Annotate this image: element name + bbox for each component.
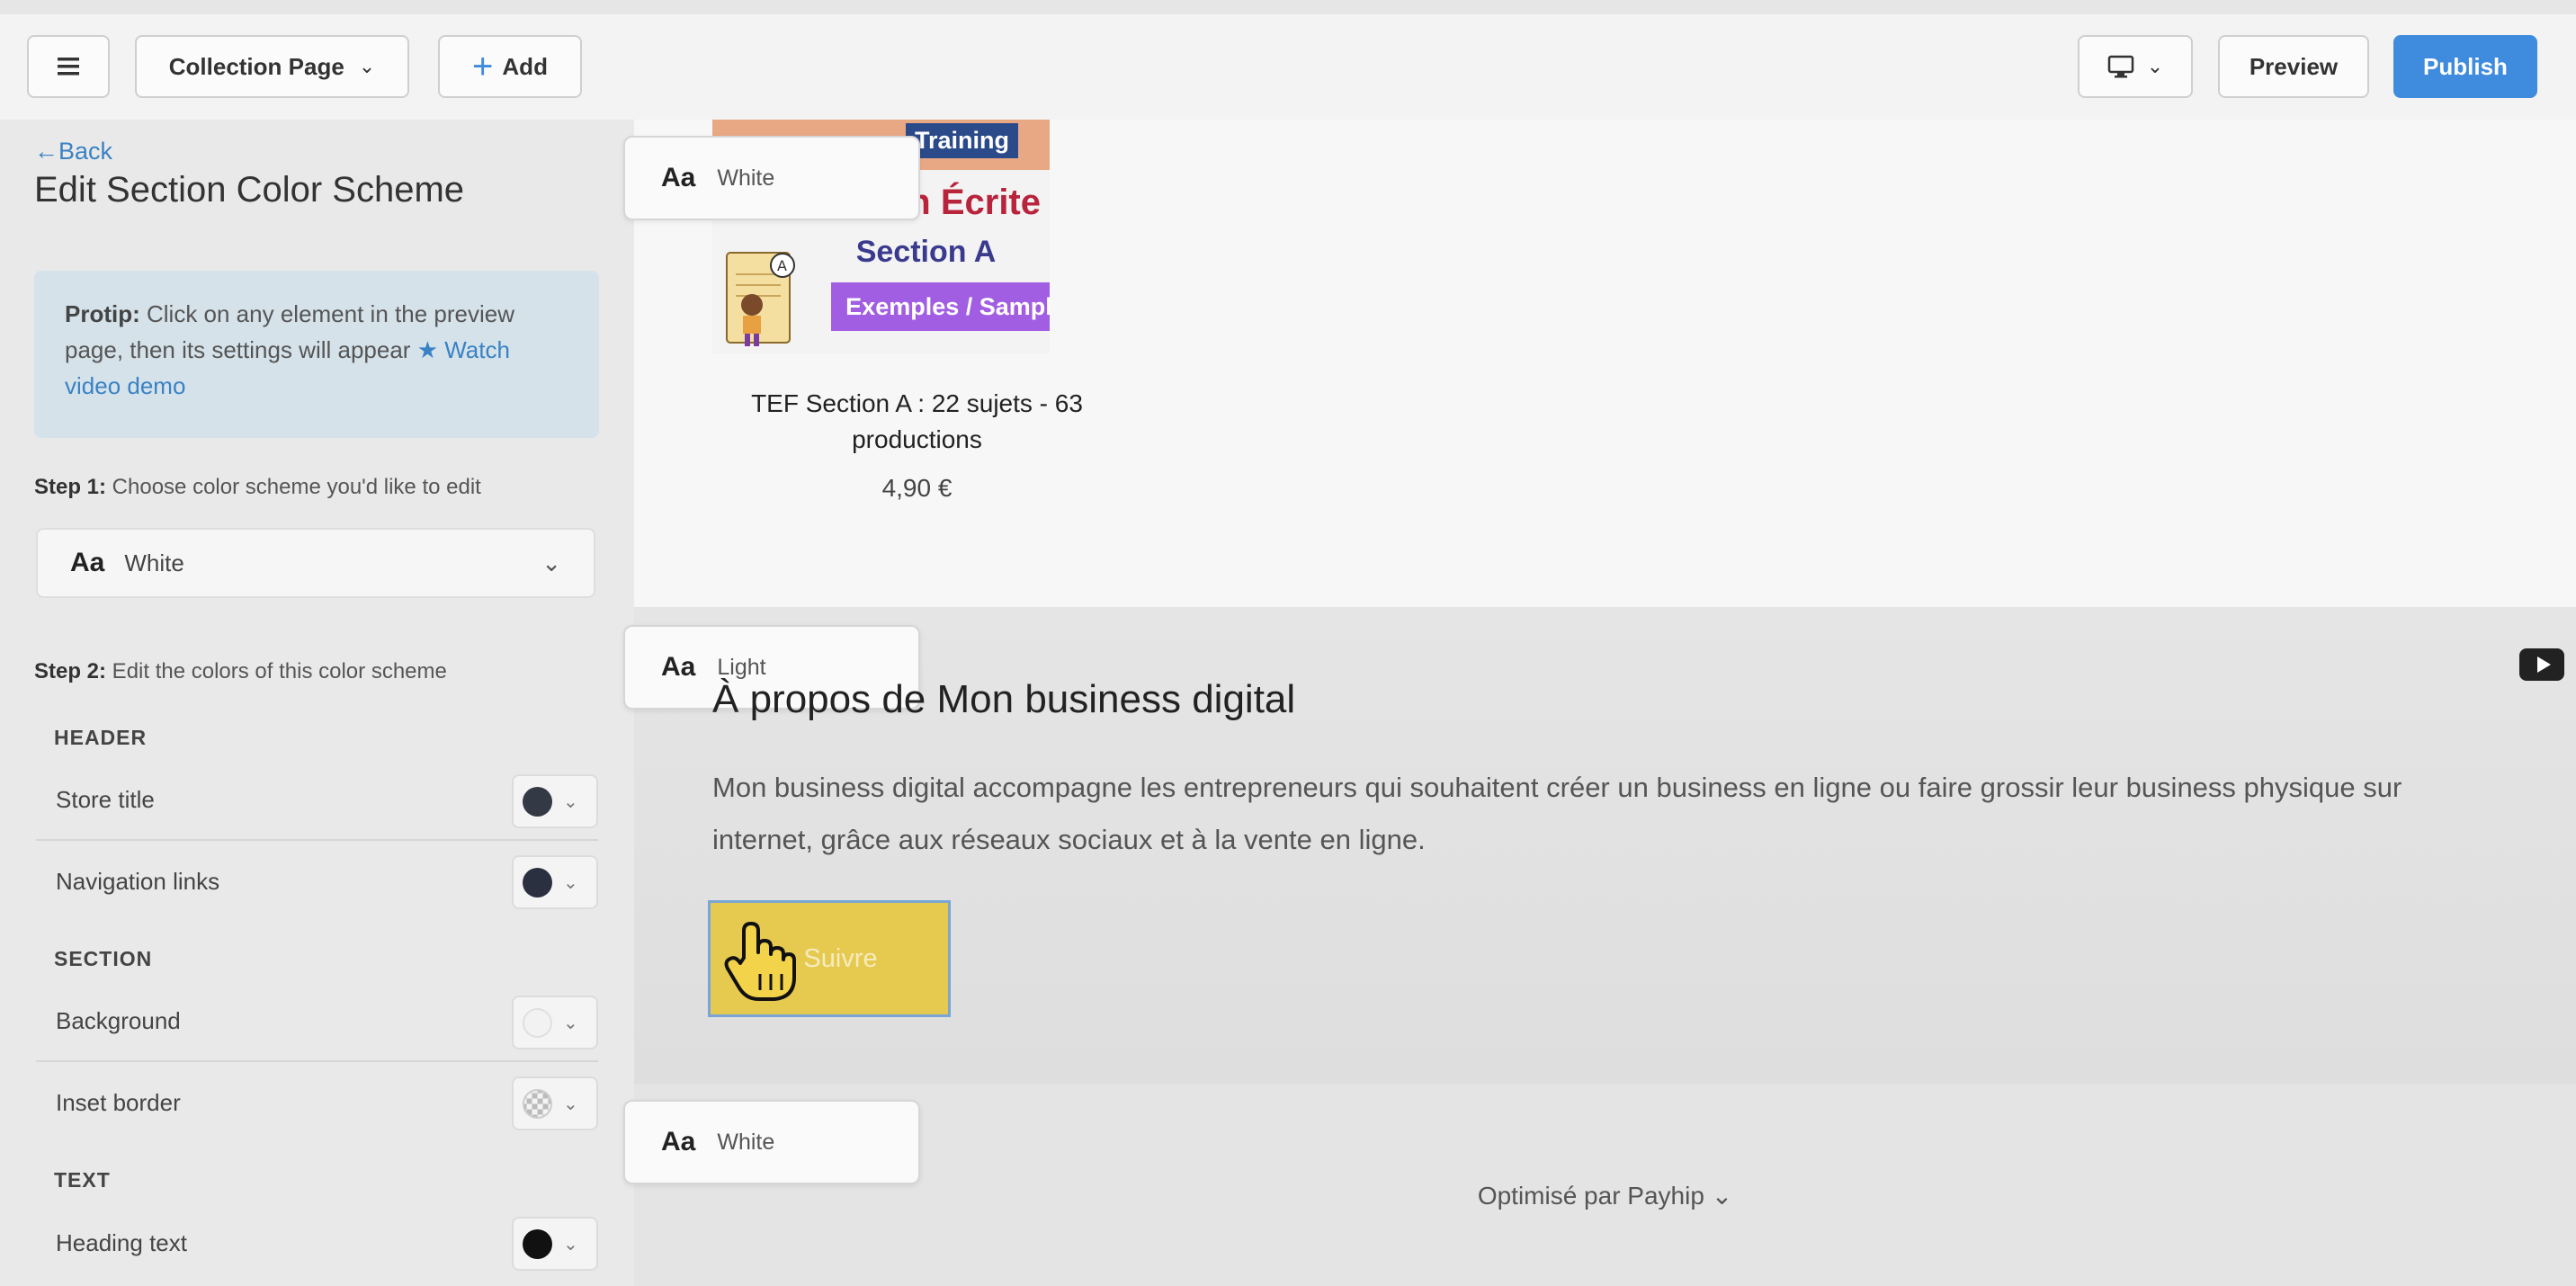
chevron-down-icon: ⌄ [563, 1094, 578, 1114]
top-toolbar: Collection Page ⌄ + Add ⌄ Preview Publis… [0, 0, 2576, 120]
color-row-background: Background ⌄ [36, 981, 598, 1062]
aa-icon: Aa [661, 163, 696, 192]
hamburger-icon [58, 58, 79, 76]
add-label: Add [502, 52, 548, 80]
color-row-label: Store title [56, 785, 155, 813]
color-row-label: Background [56, 1006, 181, 1034]
color-row-label: Inset border [56, 1088, 181, 1116]
color-swatch [523, 1007, 552, 1038]
image-training-label: Training [906, 123, 1019, 158]
step-1-label: Step 1: [34, 475, 107, 499]
publish-button[interactable]: Publish [2393, 35, 2537, 98]
step-2-text: Edit the colors of this color scheme [106, 659, 447, 683]
product-name[interactable]: TEF Section A : 22 sujets - 63 productio… [712, 386, 1122, 458]
aa-icon: Aa [661, 1127, 696, 1157]
color-swatch [523, 786, 552, 817]
settings-sidebar: ←Back Edit Section Color Scheme Protip: … [0, 120, 634, 1286]
section-color-scheme-chip[interactable]: Aa White [623, 136, 920, 220]
group-label-text: TEXT [54, 1168, 111, 1192]
group-label-section: SECTION [54, 947, 153, 970]
page-select-label: Collection Page [168, 52, 344, 80]
section-color-scheme-chip[interactable]: Aa White [623, 1100, 920, 1184]
about-description[interactable]: Mon business digital accompagne les entr… [712, 762, 2466, 866]
color-row-label: Navigation links [56, 867, 220, 895]
image-samples-badge: Exemples / Samples [831, 282, 1050, 331]
back-link[interactable]: ←Back [34, 138, 112, 165]
page-preview: Training n Écrite Section A Exemples / S… [623, 120, 2576, 1286]
step-2-instructions: Step 2: Edit the colors of this color sc… [34, 659, 447, 684]
chevron-down-icon: ⌄ [563, 791, 578, 812]
chevron-down-icon: ⌄ [563, 872, 578, 893]
menu-button[interactable] [27, 35, 110, 98]
product-price: 4,90 € [881, 474, 953, 502]
color-picker-inset-border[interactable]: ⌄ [512, 1076, 598, 1130]
add-button[interactable]: + Add [438, 35, 582, 98]
video-play-icon[interactable] [2519, 648, 2564, 681]
protip-label: Protip: [65, 300, 140, 327]
color-row-store-title: Store title ⌄ [36, 760, 598, 841]
color-picker-store-title[interactable]: ⌄ [512, 774, 598, 828]
color-scheme-value: White [124, 549, 184, 576]
aa-icon: Aa [70, 548, 105, 577]
color-picker-navigation-links[interactable]: ⌄ [512, 855, 598, 909]
step-1-text: Choose color scheme you'd like to edit [106, 475, 481, 499]
color-row-navigation-links: Navigation links ⌄ [36, 841, 598, 922]
color-row-label: Heading text [56, 1228, 187, 1256]
about-heading[interactable]: À propos de Mon business digital [712, 677, 1295, 722]
color-scheme-select[interactable]: Aa White ⌄ [36, 528, 595, 598]
preview-button[interactable]: Preview [2218, 35, 2369, 98]
desktop-icon [2107, 55, 2134, 78]
chip-label: White [717, 1129, 775, 1155]
step-1-instructions: Step 1: Choose color scheme you'd like t… [34, 475, 481, 500]
svg-text:A: A [777, 257, 787, 274]
chevron-down-icon: ⌄ [2146, 55, 2164, 77]
transparent-swatch-icon [523, 1088, 552, 1119]
color-row-inset-border: Inset border ⌄ [36, 1062, 598, 1143]
color-swatch [523, 1228, 552, 1259]
color-picker-background[interactable]: ⌄ [512, 996, 598, 1049]
step-2-label: Step 2: [34, 659, 107, 683]
powered-by-payhip[interactable]: Optimisé par Payhip ⌄ [634, 1181, 2576, 1210]
color-swatch [523, 867, 552, 898]
page-select-dropdown[interactable]: Collection Page ⌄ [135, 35, 409, 98]
device-toggle[interactable]: ⌄ [2078, 35, 2193, 98]
color-row-heading-text: Heading text ⌄ [36, 1202, 598, 1283]
sidebar-title: Edit Section Color Scheme [34, 170, 465, 210]
chevron-down-icon: ⌄ [563, 1013, 578, 1033]
chevron-down-icon: ⌄ [541, 549, 561, 576]
chevron-down-icon: ⌄ [358, 55, 376, 77]
protip-box: Protip: Click on any element in the prev… [34, 271, 599, 438]
chevron-down-icon: ⌄ [563, 1234, 578, 1255]
aa-icon: Aa [661, 652, 696, 682]
group-label-header: HEADER [54, 726, 148, 749]
hand-pointer-cursor-icon [724, 922, 796, 1001]
chip-label: White [717, 165, 775, 191]
color-picker-heading-text[interactable]: ⌄ [512, 1217, 598, 1271]
plus-icon: + [472, 47, 494, 86]
student-illustration: A [726, 252, 795, 346]
